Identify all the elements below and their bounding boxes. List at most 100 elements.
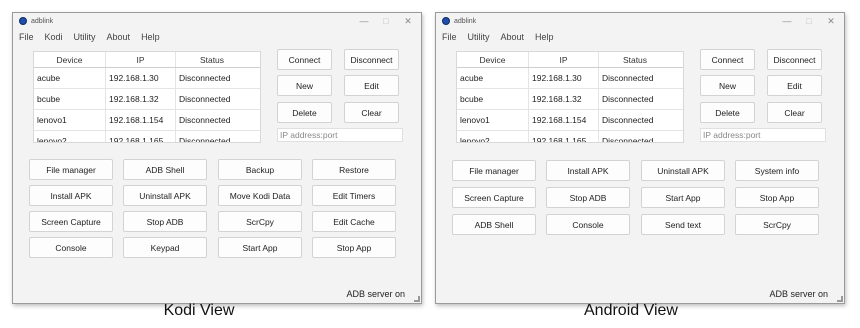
edit-button[interactable]: Edit (767, 75, 822, 96)
delete-button[interactable]: Delete (277, 102, 332, 123)
device-name-cell: lenovo1 (457, 110, 529, 130)
ip-address-input[interactable] (700, 128, 826, 142)
connect-button[interactable]: Connect (277, 49, 332, 70)
stop-app-button[interactable]: Stop App (735, 187, 819, 208)
menu-about[interactable]: About (495, 32, 530, 42)
keypad-button[interactable]: Keypad (123, 237, 207, 258)
table-row[interactable]: lenovo1 192.168.1.154 Disconnected (34, 110, 260, 131)
delete-button[interactable]: Delete (700, 102, 755, 123)
device-ip-cell: 192.168.1.165 (106, 131, 176, 142)
edit-button[interactable]: Edit (344, 75, 399, 96)
device-name-cell: lenovo2 (457, 131, 529, 142)
device-name-cell: acube (457, 68, 529, 88)
table-row[interactable]: lenovo1 192.168.1.154 Disconnected (457, 110, 683, 131)
window-title: adblink (31, 17, 54, 25)
uninstall-apk-button[interactable]: Uninstall APK (641, 160, 725, 181)
console-button[interactable]: Console (29, 237, 113, 258)
table-header: Device IP Status (34, 52, 260, 68)
restore-button[interactable]: Restore (312, 159, 396, 180)
table-row[interactable]: lenovo2 192.168.1.165 Disconnected (457, 131, 683, 143)
device-ip-cell: 192.168.1.165 (529, 131, 599, 142)
device-status-cell: Disconnected (179, 73, 231, 83)
device-name-cell: bcube (34, 89, 106, 109)
device-status-cell: Disconnected (602, 136, 654, 143)
device-name-cell: lenovo1 (34, 110, 106, 130)
screen-capture-button[interactable]: Screen Capture (452, 187, 536, 208)
new-button[interactable]: New (700, 75, 755, 96)
table-row[interactable]: lenovo2 192.168.1.165 Disconnected (34, 131, 260, 143)
new-button[interactable]: New (277, 75, 332, 96)
menu-kodi[interactable]: Kodi (39, 32, 68, 42)
table-row[interactable]: bcube 192.168.1.32 Disconnected (457, 89, 683, 110)
resize-grip-icon[interactable] (414, 296, 420, 302)
resize-grip-icon[interactable] (837, 296, 843, 302)
table-row[interactable]: acube 192.168.1.30 Disconnected (34, 68, 260, 89)
menu-bar: File Kodi Utility About Help (13, 30, 421, 44)
screen-capture-button[interactable]: Screen Capture (29, 211, 113, 232)
app-icon (19, 17, 27, 25)
send-text-button[interactable]: Send text (641, 214, 725, 235)
device-table: Device IP Status acube 192.168.1.30 Disc… (456, 51, 684, 143)
adb-shell-button[interactable]: ADB Shell (123, 159, 207, 180)
table-row[interactable]: bcube 192.168.1.32 Disconnected (34, 89, 260, 110)
clear-button[interactable]: Clear (344, 102, 399, 123)
column-header-ip[interactable]: IP (529, 52, 599, 67)
install-apk-button[interactable]: Install APK (546, 160, 630, 181)
device-status-cell: Disconnected (179, 94, 231, 104)
start-app-button[interactable]: Start App (218, 237, 302, 258)
minimize-icon[interactable]: — (357, 15, 371, 27)
menu-file[interactable]: File (13, 32, 39, 42)
column-header-device[interactable]: Device (457, 52, 529, 67)
menu-help[interactable]: Help (135, 32, 165, 42)
connect-button[interactable]: Connect (700, 49, 755, 70)
column-header-ip[interactable]: IP (106, 52, 176, 67)
close-icon[interactable]: ✕ (401, 15, 415, 27)
install-apk-button[interactable]: Install APK (29, 185, 113, 206)
column-header-status[interactable]: Status (599, 52, 671, 67)
table-row[interactable]: acube 192.168.1.30 Disconnected (457, 68, 683, 89)
backup-button[interactable]: Backup (218, 159, 302, 180)
title-bar: adblink — □ ✕ (436, 13, 844, 29)
maximize-icon[interactable]: □ (802, 15, 816, 27)
menu-about[interactable]: About (101, 32, 136, 42)
maximize-icon[interactable]: □ (379, 15, 393, 27)
uninstall-apk-button[interactable]: Uninstall APK (123, 185, 207, 206)
device-ip-cell: 192.168.1.154 (106, 110, 176, 130)
move-kodi-data-button[interactable]: Move Kodi Data (218, 185, 302, 206)
window-title: adblink (454, 17, 477, 25)
disconnect-button[interactable]: Disconnect (344, 49, 399, 70)
device-status-cell: Disconnected (179, 115, 231, 125)
stop-app-button[interactable]: Stop App (312, 237, 396, 258)
file-manager-button[interactable]: File manager (452, 160, 536, 181)
ip-address-input[interactable] (277, 128, 403, 142)
file-manager-button[interactable]: File manager (29, 159, 113, 180)
column-header-status[interactable]: Status (176, 52, 248, 67)
device-ip-cell: 192.168.1.154 (529, 110, 599, 130)
column-header-device[interactable]: Device (34, 52, 106, 67)
adb-shell-button[interactable]: ADB Shell (452, 214, 536, 235)
close-icon[interactable]: ✕ (824, 15, 838, 27)
system-info-button[interactable]: System info (735, 160, 819, 181)
menu-file[interactable]: File (436, 32, 462, 42)
device-name-cell: acube (34, 68, 106, 88)
console-button[interactable]: Console (546, 214, 630, 235)
clear-button[interactable]: Clear (767, 102, 822, 123)
device-ip-cell: 192.168.1.30 (529, 68, 599, 88)
device-ip-cell: 192.168.1.30 (106, 68, 176, 88)
minimize-icon[interactable]: — (780, 15, 794, 27)
menu-utility[interactable]: Utility (462, 32, 495, 42)
stop-adb-button[interactable]: Stop ADB (123, 211, 207, 232)
disconnect-button[interactable]: Disconnect (767, 49, 822, 70)
scrcpy-button[interactable]: ScrCpy (218, 211, 302, 232)
device-status-cell: Disconnected (602, 115, 654, 125)
scrcpy-button[interactable]: ScrCpy (735, 214, 819, 235)
start-app-button[interactable]: Start App (641, 187, 725, 208)
edit-timers-button[interactable]: Edit Timers (312, 185, 396, 206)
menu-help[interactable]: Help (529, 32, 559, 42)
edit-cache-button[interactable]: Edit Cache (312, 211, 396, 232)
android-view-caption: Android View (584, 302, 678, 319)
menu-utility[interactable]: Utility (68, 32, 101, 42)
device-status-cell: Disconnected (179, 136, 231, 143)
stop-adb-button[interactable]: Stop ADB (546, 187, 630, 208)
device-name-cell: lenovo2 (34, 131, 106, 142)
